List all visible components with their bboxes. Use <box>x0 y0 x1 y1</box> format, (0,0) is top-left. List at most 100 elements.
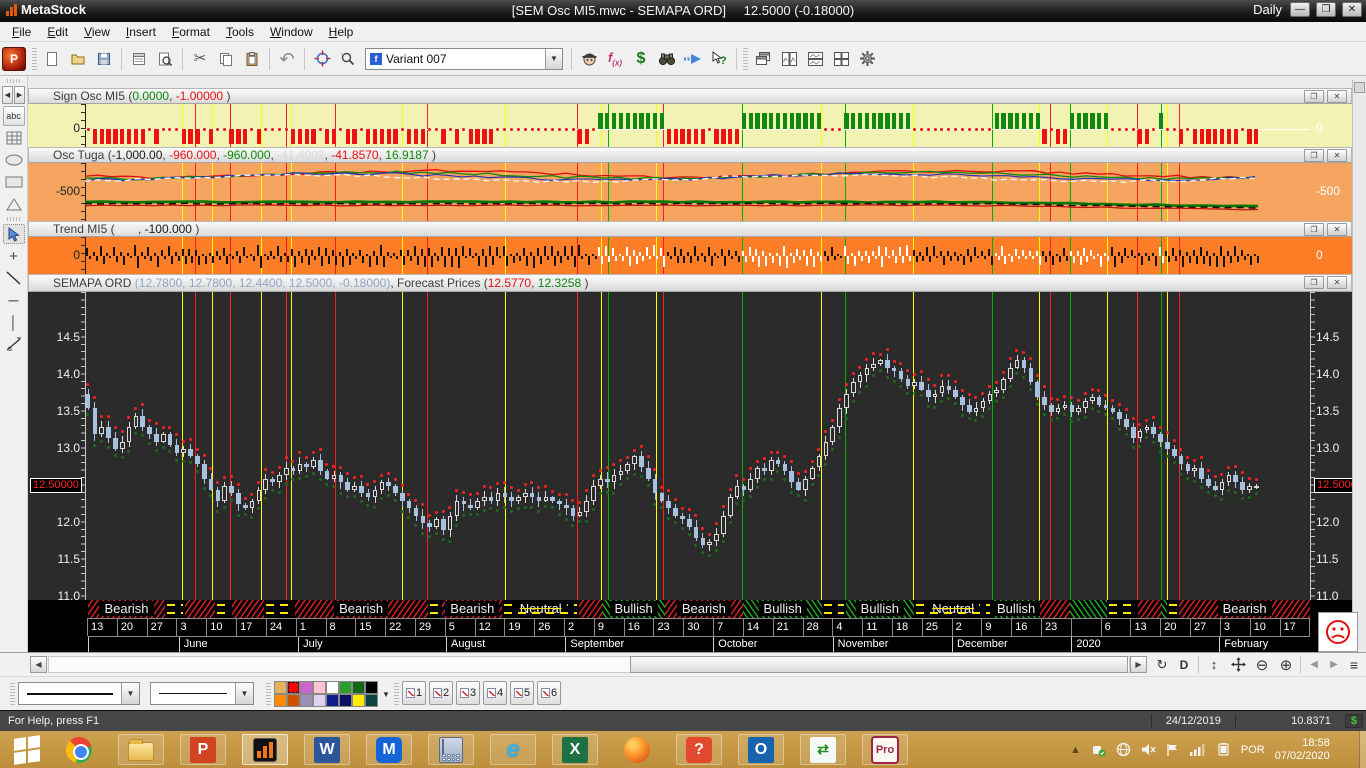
panel-restore-button[interactable]: ❐ <box>1304 149 1324 162</box>
layout-button-1[interactable]: 1 <box>402 681 426 705</box>
trendline-tool-button[interactable] <box>3 268 25 288</box>
scroll-right-arrow[interactable]: ▶ <box>1130 656 1147 673</box>
signal-bars-icon[interactable] <box>1189 743 1205 756</box>
color-swatch[interactable] <box>287 681 300 694</box>
color-swatch[interactable] <box>352 694 365 707</box>
ellipse-tool-button[interactable] <box>3 150 25 170</box>
taskbar-clock[interactable]: 18:58 07/02/2020 <box>1275 737 1330 763</box>
triangle-tool-button[interactable] <box>3 194 25 214</box>
refresh-button[interactable]: ↻ <box>1152 655 1172 674</box>
panel-scroll-box[interactable] <box>1354 82 1365 93</box>
menu-window[interactable]: Window <box>262 23 321 41</box>
layout-button-5[interactable]: 5 <box>510 681 534 705</box>
open-button[interactable] <box>65 46 91 72</box>
horizontal-scrollbar-thumb[interactable] <box>630 656 1128 673</box>
menu-file[interactable]: File <box>4 23 39 41</box>
color-swatch[interactable] <box>287 694 300 707</box>
combo-dropdown-arrow[interactable]: ▼ <box>235 683 253 704</box>
new-chart-button[interactable] <box>39 46 65 72</box>
zoom-in-button[interactable]: ⊕ <box>1276 655 1296 674</box>
usb-status-icon[interactable] <box>1091 743 1106 757</box>
options-button[interactable] <box>854 46 880 72</box>
explorer-button[interactable] <box>576 46 602 72</box>
combo-dropdown-arrow[interactable]: ▼ <box>121 683 139 704</box>
color-swatch[interactable] <box>339 681 352 694</box>
minimize-button[interactable]: — <box>1290 2 1310 17</box>
color-swatch[interactable] <box>326 681 339 694</box>
show-desktop-button[interactable] <box>1359 731 1366 768</box>
undo-button[interactable]: ↶ <box>274 46 300 72</box>
network-icon[interactable] <box>1116 742 1131 757</box>
periodicity-button[interactable]: D <box>1174 655 1194 674</box>
rectangle-tool-button[interactable] <box>3 172 25 192</box>
hidden-icons-caret[interactable]: ▲ <box>1070 744 1081 756</box>
taskbar-excel[interactable]: X <box>552 734 598 765</box>
pan-button[interactable] <box>1228 655 1248 674</box>
layout-button-4[interactable]: 4 <box>483 681 507 705</box>
zoom-out-button[interactable]: ⊖ <box>1252 655 1272 674</box>
grid-tool-button[interactable] <box>3 128 25 148</box>
text-tool-button[interactable]: abc <box>2 106 25 126</box>
color-swatch[interactable] <box>274 681 287 694</box>
color-swatch[interactable] <box>313 681 326 694</box>
panel-restore-button[interactable]: ❐ <box>1304 276 1324 289</box>
panel-titlebar-trend[interactable]: Trend MI5 (0.00, -100.000 ) ❐ ✕ <box>28 221 1352 237</box>
color-swatch[interactable] <box>339 694 352 707</box>
crosshair-tool-button[interactable]: + <box>3 246 25 266</box>
line-weight-combo[interactable]: ▼ <box>150 682 254 705</box>
copy-button[interactable] <box>213 46 239 72</box>
save-button[interactable] <box>91 46 117 72</box>
combo-dropdown-arrow[interactable]: ▼ <box>545 48 562 69</box>
indicator-builder-button[interactable]: f(x) <box>602 46 628 72</box>
taskbar-internet-explorer[interactable]: e <box>490 734 536 765</box>
taskbar-metastock-active[interactable] <box>242 734 288 765</box>
panel-close-button[interactable]: ✕ <box>1327 276 1347 289</box>
page-setup-button[interactable] <box>126 46 152 72</box>
battery-icon[interactable] <box>1215 743 1231 756</box>
color-swatch[interactable] <box>352 681 365 694</box>
taskbar-word[interactable]: W <box>304 734 350 765</box>
palette-dropdown-arrow[interactable]: ▼ <box>382 690 390 699</box>
color-swatch[interactable] <box>326 694 339 707</box>
scroll-right-button[interactable]: ▶ <box>14 86 25 104</box>
zoom-drag-button[interactable] <box>335 46 361 72</box>
taskbar-firefox[interactable] <box>614 734 660 765</box>
paste-button[interactable] <box>239 46 265 72</box>
taskbar-calculator[interactable] <box>428 734 474 765</box>
securities-button[interactable]: $ <box>628 46 654 72</box>
panel-titlebar-tuga[interactable]: Osc Tuga (-1,000.00, -960.000, -960.000,… <box>28 147 1352 163</box>
taskbar-outlook[interactable]: O <box>738 734 784 765</box>
line-style-combo[interactable]: ▼ <box>18 682 140 705</box>
panel-restore-button[interactable]: ❐ <box>1304 223 1324 236</box>
layout-button-3[interactable]: 3 <box>456 681 480 705</box>
explorer-search-button[interactable] <box>654 46 680 72</box>
layout-button-2[interactable]: 2 <box>429 681 453 705</box>
horizontal-line-tool-button[interactable]: ─ <box>3 290 25 310</box>
menu-tools[interactable]: Tools <box>218 23 262 41</box>
language-indicator[interactable]: POR <box>1241 744 1265 756</box>
pointer-tool-button[interactable] <box>2 224 25 244</box>
taskbar-help[interactable]: ? <box>676 734 722 765</box>
action-center-flag-icon[interactable] <box>1166 743 1179 757</box>
taskbar-maxthon[interactable]: M <box>366 734 412 765</box>
restore-button[interactable]: ❐ <box>1316 2 1336 17</box>
taskbar-metastock-pro[interactable]: Pro <box>862 734 908 765</box>
target-tool-button[interactable] <box>309 46 335 72</box>
tile-grid-button[interactable] <box>828 46 854 72</box>
panel-close-button[interactable]: ✕ <box>1327 90 1347 103</box>
panel-restore-button[interactable]: ❐ <box>1304 90 1324 103</box>
color-swatch[interactable] <box>274 694 287 707</box>
variant-combo[interactable]: f Variant 007 ▼ <box>365 47 563 70</box>
color-swatch[interactable] <box>300 694 313 707</box>
color-swatch[interactable] <box>313 694 326 707</box>
vertical-line-tool-button[interactable]: │ <box>3 312 25 332</box>
taskbar-sync-app[interactable]: ⇄ <box>800 734 846 765</box>
menu-format[interactable]: Format <box>164 23 218 41</box>
menu-insert[interactable]: Insert <box>118 23 164 41</box>
cascade-windows-button[interactable] <box>750 46 776 72</box>
page-back-button[interactable]: ◀ <box>1304 655 1324 674</box>
data-window-button[interactable]: ≡ <box>1344 655 1364 674</box>
scroll-left-arrow[interactable]: ◀ <box>30 656 47 673</box>
taskbar-file-explorer[interactable] <box>118 734 164 765</box>
cut-button[interactable]: ✂ <box>187 46 213 72</box>
